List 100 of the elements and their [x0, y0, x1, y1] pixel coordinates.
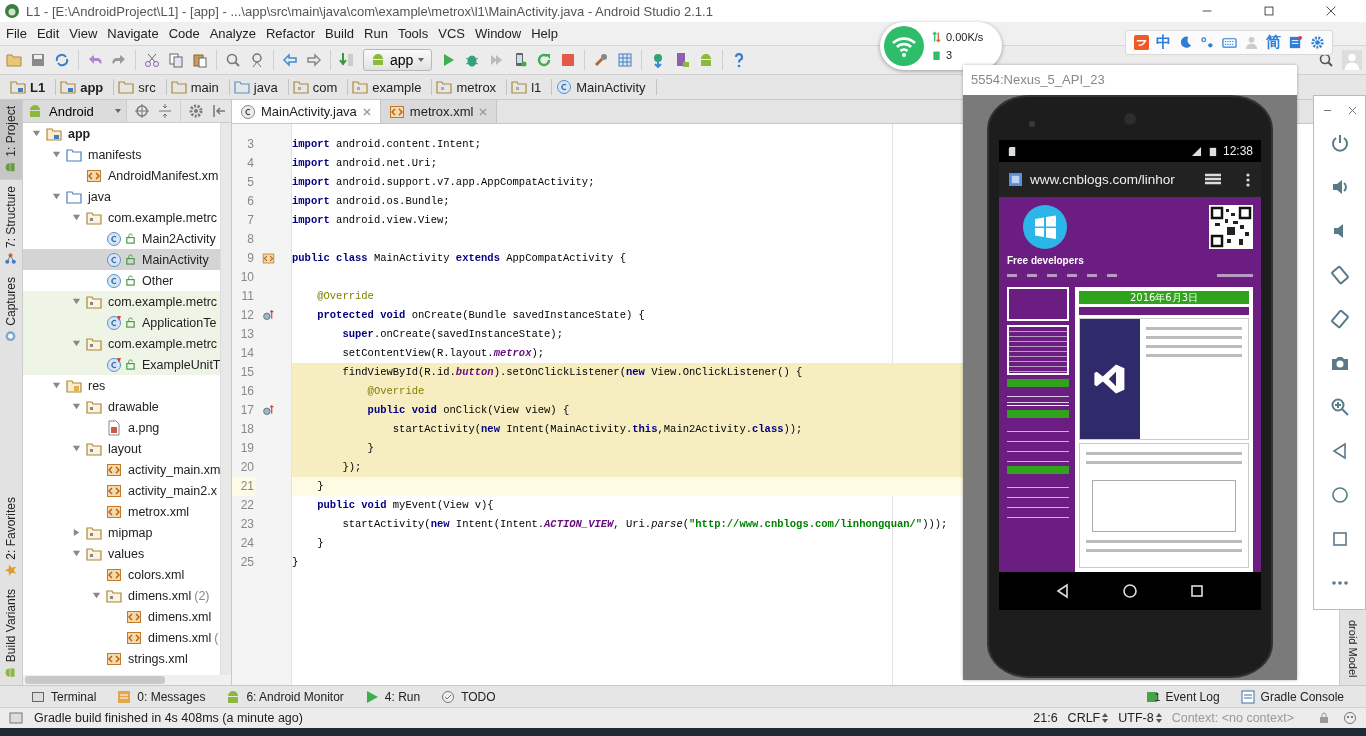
search-icon[interactable] — [225, 52, 241, 68]
tree-item[interactable]: Other — [23, 270, 220, 291]
tool-window-tab[interactable]: Terminal — [30, 688, 97, 705]
project-structure-icon[interactable] — [617, 52, 634, 68]
breadcrumb-item[interactable]: main — [166, 79, 230, 95]
overview-icon[interactable] — [1189, 583, 1206, 599]
panel-toggle-icon[interactable] — [8, 710, 24, 726]
expanded-arrow-icon[interactable] — [71, 297, 81, 306]
menu-item[interactable]: View — [64, 26, 103, 41]
maximize-icon[interactable] — [1262, 4, 1276, 18]
menu-item[interactable]: Tools — [392, 26, 434, 41]
collapsed-arrow-icon[interactable] — [71, 528, 81, 537]
menu-item[interactable]: Navigate — [102, 26, 164, 41]
expanded-arrow-icon[interactable] — [51, 192, 61, 201]
expanded-arrow-icon[interactable] — [71, 402, 81, 411]
tree-item[interactable]: MainActivity — [23, 249, 220, 270]
hide-panel-icon[interactable] — [211, 103, 227, 119]
keyboard-icon[interactable] — [1221, 35, 1237, 50]
override-icon[interactable] — [262, 309, 275, 322]
back-icon[interactable] — [1054, 583, 1071, 599]
menu-item[interactable]: Edit — [31, 26, 65, 41]
menu-item[interactable]: Code — [163, 26, 205, 41]
layout-icon[interactable] — [262, 252, 275, 265]
input-method-logo-icon[interactable] — [1133, 35, 1149, 50]
replace-icon[interactable] — [249, 52, 265, 68]
tool-window-tab[interactable]: droid Model — [1347, 617, 1359, 685]
tree-item[interactable]: dimens.xml — [23, 606, 220, 627]
close-icon[interactable] — [1324, 4, 1338, 18]
expanded-arrow-icon[interactable] — [71, 444, 81, 453]
folder-icon[interactable] — [6, 52, 22, 68]
scrollbar[interactable] — [220, 123, 231, 675]
tree-item[interactable]: Main2Activity — [23, 228, 220, 249]
expanded-arrow-icon[interactable] — [71, 549, 81, 558]
override-icon[interactable] — [262, 404, 275, 417]
rotate-left-icon[interactable] — [1329, 265, 1350, 285]
apply-changes-icon[interactable] — [536, 52, 553, 68]
tree-item[interactable]: com.example.metrc — [23, 291, 220, 312]
tree-item[interactable]: ExampleUnitT — [23, 354, 220, 375]
script-toggle[interactable]: 简 — [1265, 33, 1281, 52]
editor-tab[interactable]: metrox.xml — [380, 100, 498, 123]
cursor-position[interactable]: 21:6 — [1033, 711, 1058, 725]
tree-item[interactable]: manifests — [23, 144, 220, 165]
wrench-icon[interactable] — [593, 52, 610, 68]
paste-icon[interactable] — [192, 52, 208, 68]
avd-manager-icon[interactable] — [674, 52, 691, 68]
menu-item[interactable]: VCS — [433, 26, 470, 41]
face-icon[interactable] — [1342, 710, 1358, 726]
tree-item[interactable]: activity_main.xm — [23, 459, 220, 480]
tree-item[interactable]: java — [23, 186, 220, 207]
tree-item[interactable]: AndroidManifest.xm — [23, 165, 220, 186]
rotate-right-icon[interactable] — [1329, 309, 1350, 329]
save-icon[interactable] — [30, 52, 46, 68]
copy-icon[interactable] — [168, 52, 184, 68]
more-options-icon[interactable] — [1245, 171, 1251, 188]
collapse-icon[interactable] — [157, 103, 173, 119]
expanded-arrow-icon[interactable] — [71, 213, 81, 222]
tool-window-tab[interactable]: 1 Event Log — [1147, 689, 1220, 704]
tree-item[interactable]: drawable — [23, 396, 220, 417]
back-arrow-icon[interactable] — [282, 52, 298, 68]
expanded-arrow-icon[interactable] — [71, 339, 81, 348]
target-icon[interactable] — [134, 103, 150, 119]
tree-item[interactable]: ApplicationTe — [23, 312, 220, 333]
tree-item[interactable]: dimens.xml (2) — [23, 585, 220, 606]
tool-window-tab[interactable]: 2: Favorites — [0, 491, 22, 583]
expanded-arrow-icon[interactable] — [51, 150, 61, 159]
tree-item[interactable]: com.example.metrc — [23, 207, 220, 228]
tool-window-tab[interactable]: Gradle Console — [1239, 688, 1344, 705]
breadcrumb-item[interactable]: app — [56, 79, 115, 95]
tree-item[interactable]: values — [23, 543, 220, 564]
tool-window-tab[interactable]: 0: Messages — [116, 688, 206, 705]
tool-window-tab[interactable]: TODO — [440, 688, 496, 705]
stop-icon[interactable] — [560, 52, 577, 68]
run-configuration-dropdown[interactable]: app — [363, 49, 433, 71]
breadcrumb-item[interactable]: example — [348, 79, 433, 95]
tool-window-tab[interactable]: Captures — [0, 270, 22, 349]
breadcrumb-item[interactable]: metrox — [432, 79, 508, 95]
tool-window-tab[interactable]: 1: Project — [0, 100, 22, 180]
editor-tab[interactable]: MainActivity.java — [232, 100, 381, 123]
tool-window-tab[interactable]: 7: Structure — [0, 179, 22, 271]
expanded-arrow-icon[interactable] — [91, 591, 101, 600]
encoding-selector[interactable]: UTF-8 — [1118, 711, 1162, 725]
tree-item[interactable]: activity_main2.x — [23, 480, 220, 501]
notes-icon[interactable] — [1287, 35, 1303, 50]
tree-item[interactable]: colors.xml — [23, 564, 220, 585]
menu-item[interactable]: Build — [320, 26, 359, 41]
line-separator-selector[interactable]: CRLF — [1067, 711, 1109, 725]
expanded-arrow-icon[interactable] — [51, 381, 61, 390]
menu-item[interactable]: Run — [359, 26, 393, 41]
close-icon[interactable] — [1347, 106, 1357, 115]
scrollbar[interactable] — [25, 676, 165, 684]
menu-item[interactable]: File — [1, 26, 32, 41]
breadcrumb-item[interactable]: java — [229, 79, 289, 95]
tool-window-tab[interactable]: Build Variants — [0, 582, 22, 685]
settings-icon[interactable] — [188, 103, 204, 119]
project-view-dropdown[interactable]: Android — [23, 100, 127, 122]
tool-window-tab[interactable]: 6: Android Monitor — [225, 688, 344, 705]
breadcrumb-item[interactable]: com — [288, 79, 349, 95]
breadcrumb-item[interactable]: L1 — [6, 79, 57, 95]
settings-icon[interactable] — [1309, 35, 1325, 50]
sync-icon[interactable] — [54, 52, 70, 68]
